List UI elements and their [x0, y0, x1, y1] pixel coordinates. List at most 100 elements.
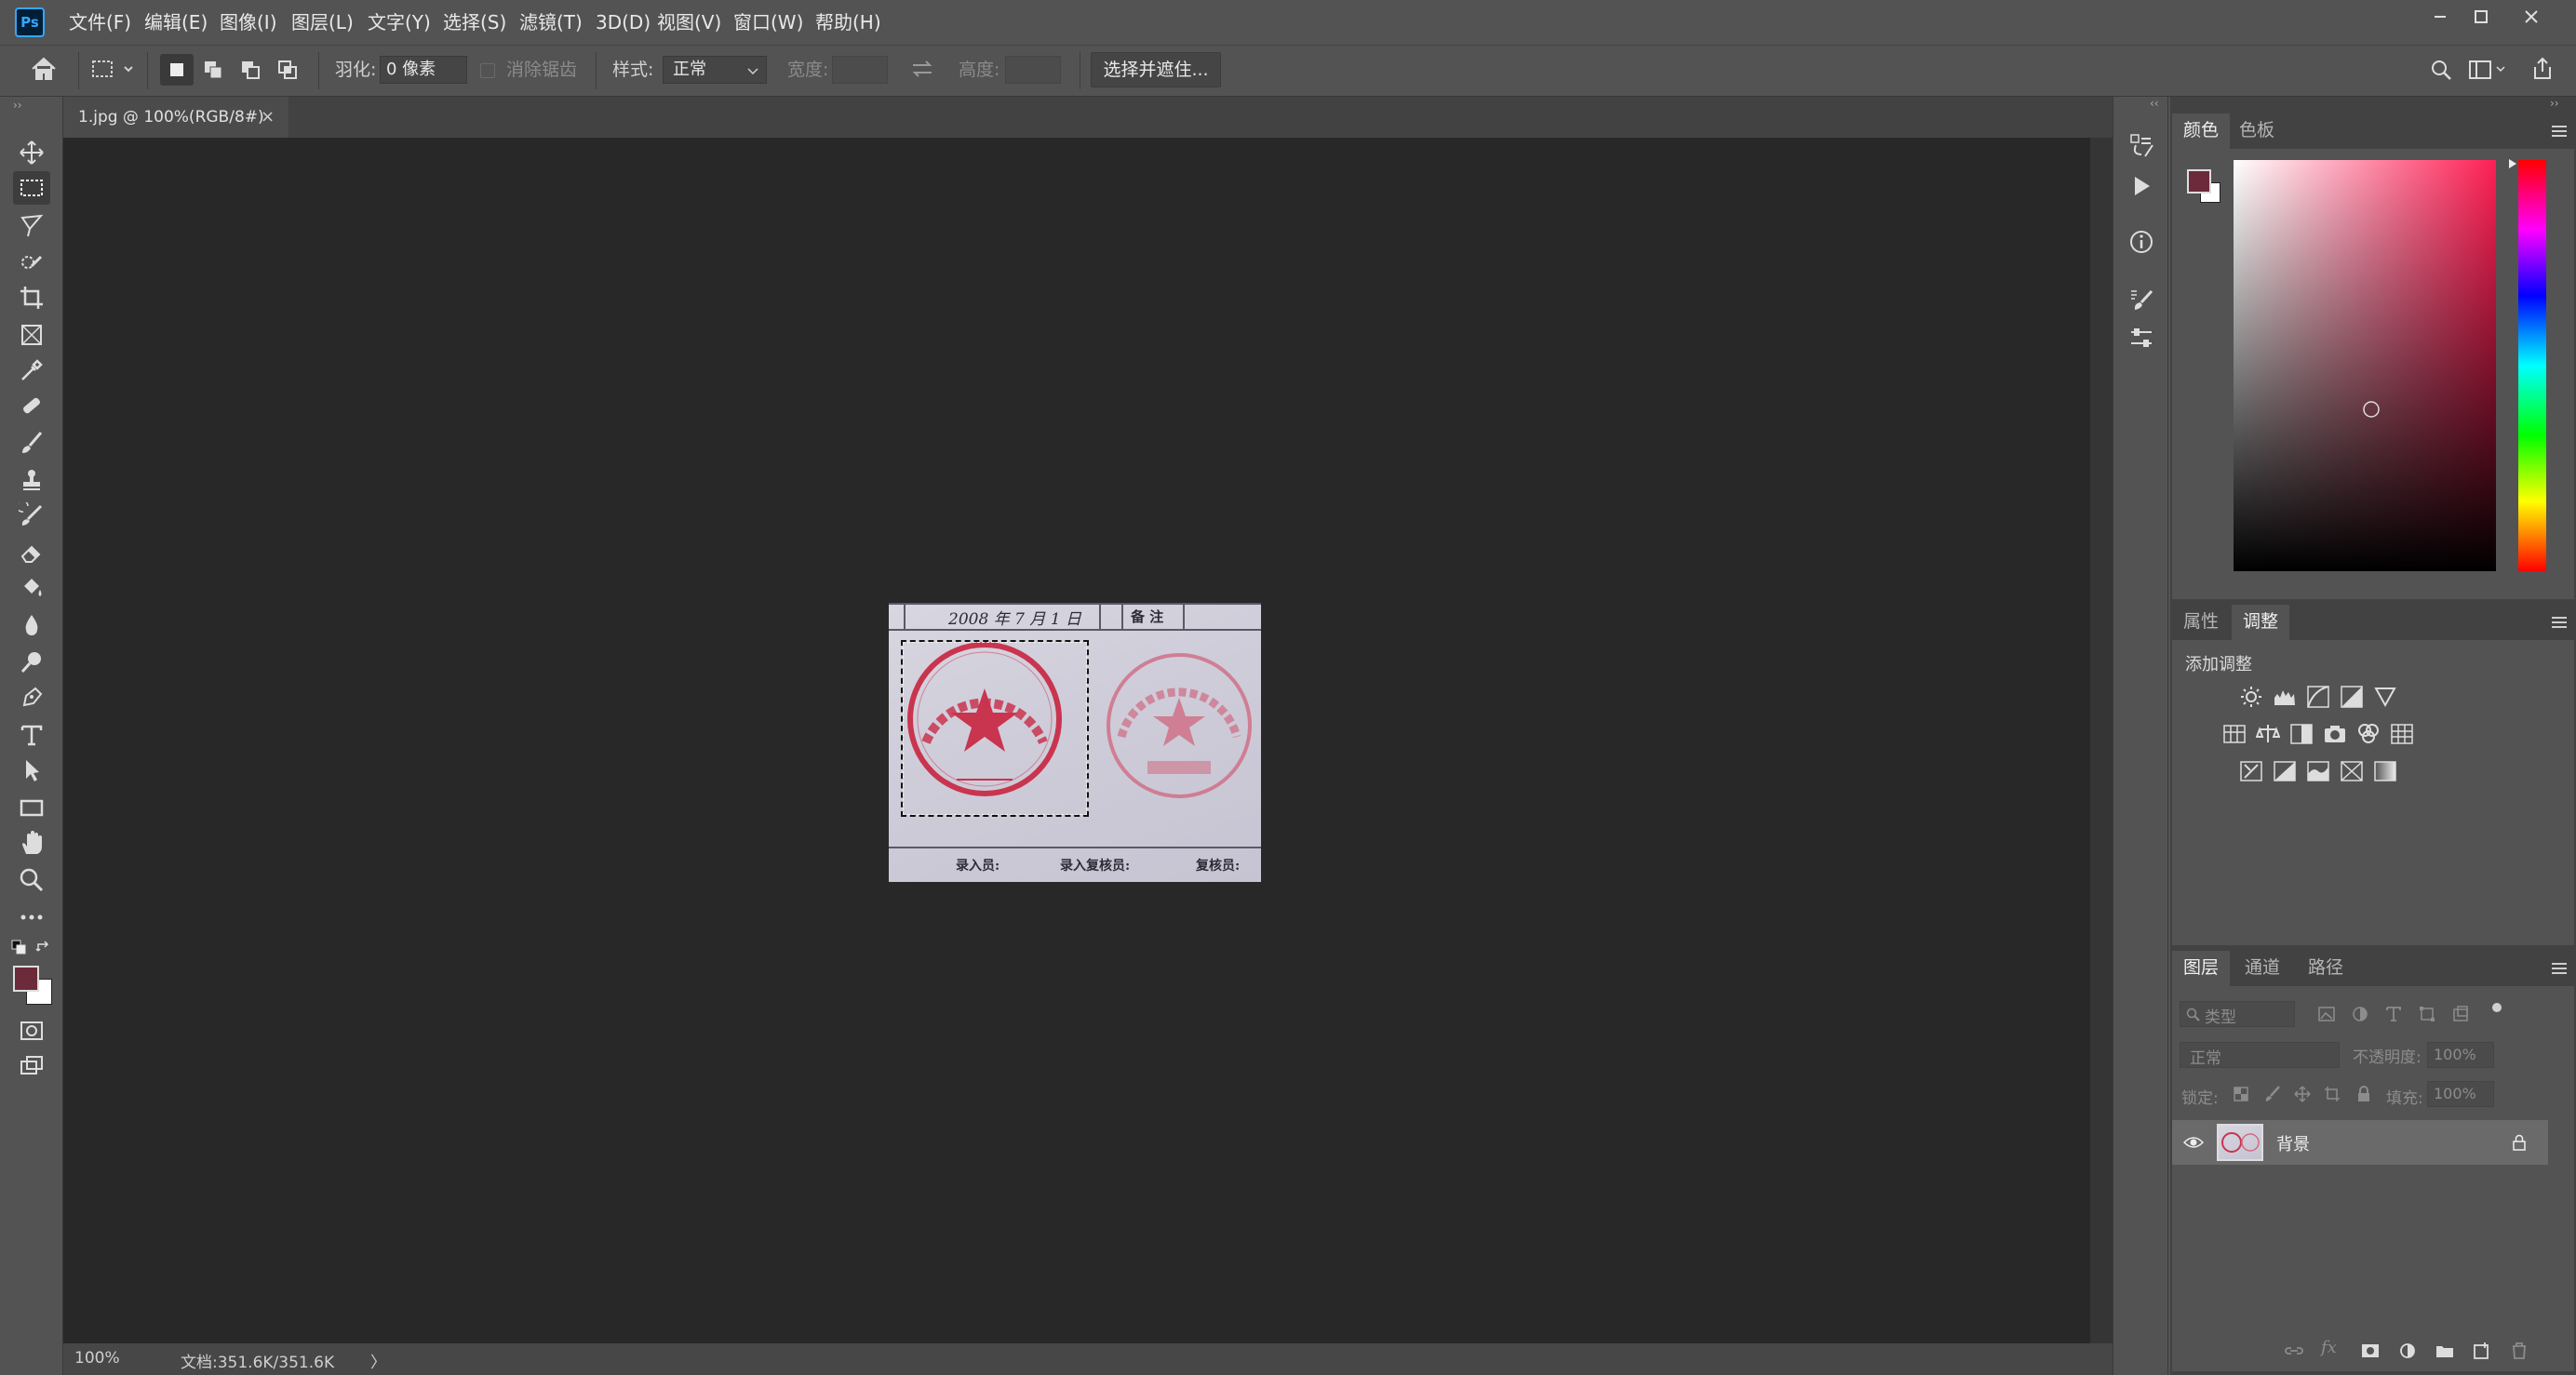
- rectangular-marquee-tool[interactable]: [13, 171, 50, 205]
- dock-collapse-icon[interactable]: ‹‹: [2150, 97, 2159, 110]
- edit-toolbar-button[interactable]: [13, 901, 50, 934]
- lock-position-icon[interactable]: [2293, 1085, 2312, 1103]
- crop-tool[interactable]: [13, 281, 50, 314]
- tab-layers[interactable]: 图层: [2172, 951, 2231, 986]
- menu-select[interactable]: 选择(S): [443, 0, 506, 45]
- color-balance-icon[interactable]: [2256, 722, 2280, 746]
- gradient-map-icon[interactable]: [2373, 759, 2397, 783]
- workspace-button[interactable]: [2468, 58, 2507, 82]
- share-button[interactable]: [2529, 56, 2556, 82]
- close-window-button[interactable]: [2513, 0, 2550, 33]
- swap-colors-button[interactable]: [35, 940, 52, 954]
- threshold-icon[interactable]: [2306, 759, 2330, 783]
- close-tab-icon[interactable]: ×: [261, 97, 275, 138]
- opacity-input[interactable]: 100%: [2427, 1042, 2494, 1068]
- menu-edit[interactable]: 编辑(E): [144, 0, 208, 45]
- lasso-tool[interactable]: [13, 208, 50, 242]
- add-selection-button[interactable]: [197, 54, 231, 86]
- zoom-tool[interactable]: [13, 863, 50, 897]
- frame-tool[interactable]: [13, 318, 50, 352]
- actions-panel-button[interactable]: [2127, 171, 2156, 201]
- levels-icon[interactable]: [2273, 685, 2297, 709]
- height-input[interactable]: [1005, 56, 1061, 84]
- menu-filter[interactable]: 滤镜(T): [519, 0, 583, 45]
- vibrance-icon[interactable]: [2373, 685, 2397, 709]
- select-and-mask-button[interactable]: 选择并遮住...: [1091, 52, 1221, 87]
- eyedropper-tool[interactable]: [13, 354, 50, 387]
- type-tool[interactable]: [13, 718, 50, 752]
- vertical-scrollbar[interactable]: [2090, 138, 2113, 1343]
- style-select[interactable]: 正常: [663, 56, 767, 84]
- toolbar-collapse-icon[interactable]: ››: [13, 99, 22, 112]
- panel-menu-icon[interactable]: [2550, 125, 2569, 138]
- home-button[interactable]: [30, 56, 58, 82]
- status-expand-arrow[interactable]: 〉: [370, 1349, 386, 1372]
- curves-icon[interactable]: [2306, 685, 2330, 709]
- hue-slider[interactable]: [2518, 160, 2546, 571]
- panel-foreground-swatch[interactable]: [2187, 169, 2211, 194]
- quick-selection-tool[interactable]: [13, 246, 50, 279]
- selective-color-icon[interactable]: [2340, 759, 2364, 783]
- hue-saturation-icon[interactable]: [2222, 722, 2247, 746]
- default-colors-button[interactable]: [11, 940, 26, 954]
- dodge-tool[interactable]: [13, 646, 50, 679]
- hand-tool[interactable]: [13, 826, 50, 860]
- delete-layer-icon[interactable]: [2509, 1342, 2529, 1360]
- search-button[interactable]: [2429, 58, 2453, 82]
- filter-type-icon[interactable]: [2384, 1005, 2403, 1023]
- panel-menu-icon[interactable]: [2550, 616, 2569, 629]
- new-adjustment-layer-icon[interactable]: [2397, 1342, 2418, 1360]
- lock-all-icon[interactable]: [2355, 1085, 2373, 1103]
- history-panel-button[interactable]: [2127, 130, 2156, 160]
- layer-filter-select[interactable]: 类型: [2180, 1001, 2295, 1027]
- tool-preset-picker[interactable]: [91, 58, 136, 82]
- maximize-button[interactable]: [2462, 0, 2500, 33]
- brush-settings-button[interactable]: [2127, 285, 2156, 314]
- move-tool[interactable]: [13, 136, 50, 169]
- document-tab[interactable]: 1.jpg @ 100%(RGB/8#) ×: [63, 97, 288, 138]
- menu-window[interactable]: 窗口(W): [733, 0, 803, 45]
- black-white-icon[interactable]: [2289, 722, 2314, 746]
- channel-mixer-icon[interactable]: [2356, 722, 2381, 746]
- menu-view[interactable]: 视图(V): [657, 0, 721, 45]
- fill-input[interactable]: 100%: [2427, 1081, 2494, 1107]
- paint-bucket-tool[interactable]: [13, 571, 50, 605]
- quick-mask-button[interactable]: [13, 1014, 50, 1048]
- intersect-selection-button[interactable]: [272, 54, 305, 86]
- menu-image[interactable]: 图像(I): [220, 0, 277, 45]
- exposure-icon[interactable]: [2340, 685, 2364, 709]
- clone-stamp-tool[interactable]: [13, 463, 50, 497]
- lock-icon[interactable]: [2511, 1133, 2528, 1152]
- healing-brush-tool[interactable]: [13, 389, 50, 422]
- blend-mode-select[interactable]: 正常: [2180, 1042, 2340, 1068]
- eye-icon[interactable]: [2183, 1135, 2204, 1150]
- swap-dimensions-button[interactable]: [910, 58, 934, 80]
- menu-layer[interactable]: 图层(L): [291, 0, 354, 45]
- tab-adjustments[interactable]: 调整: [2232, 605, 2290, 640]
- brightness-contrast-icon[interactable]: [2239, 685, 2263, 709]
- tab-color[interactable]: 颜色: [2172, 113, 2231, 149]
- adjustment-presets-button[interactable]: [2127, 324, 2156, 354]
- lock-artboard-icon[interactable]: [2323, 1085, 2341, 1103]
- foreground-color-swatch[interactable]: [13, 966, 39, 992]
- fx-icon[interactable]: fx: [2321, 1338, 2337, 1357]
- subtract-selection-button[interactable]: [235, 54, 268, 86]
- filter-shape-icon[interactable]: [2418, 1005, 2436, 1023]
- new-selection-button[interactable]: [160, 54, 194, 86]
- antialias-checkbox[interactable]: [480, 63, 495, 78]
- width-input[interactable]: [832, 56, 888, 84]
- menu-type[interactable]: 文字(Y): [368, 0, 431, 45]
- hue-slider-handle[interactable]: [2507, 158, 2518, 169]
- blur-tool[interactable]: [13, 608, 50, 642]
- add-mask-icon[interactable]: [2360, 1342, 2381, 1360]
- info-panel-button[interactable]: [2127, 227, 2156, 257]
- layer-row-background[interactable]: 背景: [2172, 1120, 2548, 1165]
- zoom-level[interactable]: 100%: [74, 1349, 120, 1368]
- color-field[interactable]: [2234, 160, 2496, 571]
- photoshop-logo[interactable]: Ps: [15, 7, 45, 37]
- path-selection-tool[interactable]: [13, 754, 50, 787]
- tab-channels[interactable]: 通道: [2234, 951, 2291, 986]
- link-layers-icon[interactable]: [2284, 1342, 2304, 1360]
- lock-pixels-icon[interactable]: [2263, 1085, 2282, 1103]
- filter-toggle-icon[interactable]: [2490, 1001, 2503, 1014]
